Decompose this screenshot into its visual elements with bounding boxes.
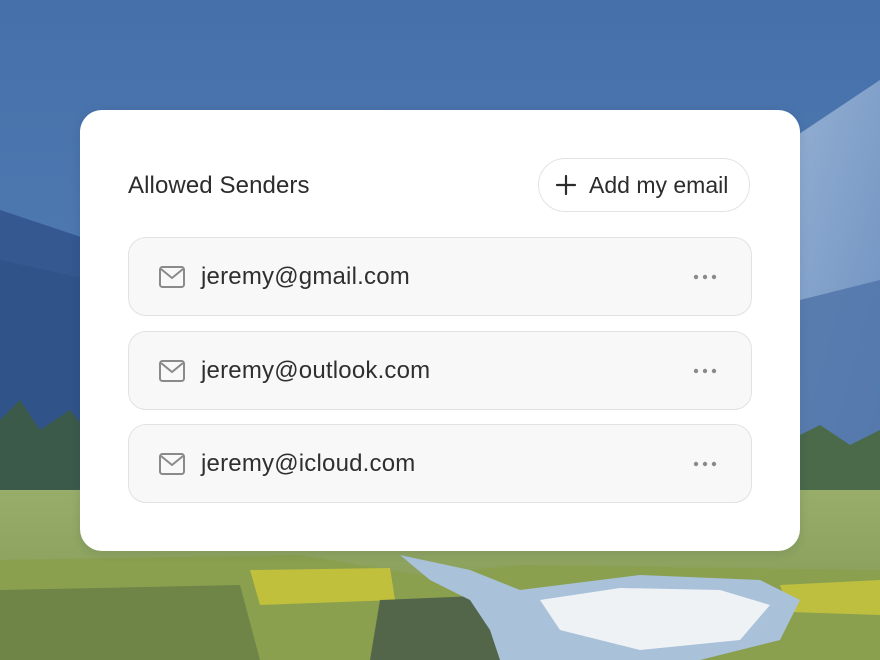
mail-icon	[159, 266, 185, 288]
add-my-email-label: Add my email	[589, 171, 729, 198]
sender-row[interactable]: jeremy@outlook.com	[128, 331, 752, 410]
sender-email: jeremy@icloud.com	[201, 450, 416, 477]
sender-email: jeremy@outlook.com	[201, 357, 431, 384]
mail-icon	[159, 360, 185, 382]
card-title: Allowed Senders	[128, 172, 310, 199]
add-my-email-button[interactable]: Add my email	[538, 158, 750, 212]
plus-icon	[555, 174, 577, 196]
allowed-senders-card: Allowed Senders Add my email jeremy@gmai…	[80, 110, 800, 551]
more-horizontal-icon[interactable]	[693, 360, 717, 382]
sender-email: jeremy@gmail.com	[201, 263, 410, 290]
sender-row[interactable]: jeremy@gmail.com	[128, 237, 752, 316]
mail-icon	[159, 453, 185, 475]
more-horizontal-icon[interactable]	[693, 453, 717, 475]
more-horizontal-icon[interactable]	[693, 266, 717, 288]
sender-row[interactable]: jeremy@icloud.com	[128, 424, 752, 503]
